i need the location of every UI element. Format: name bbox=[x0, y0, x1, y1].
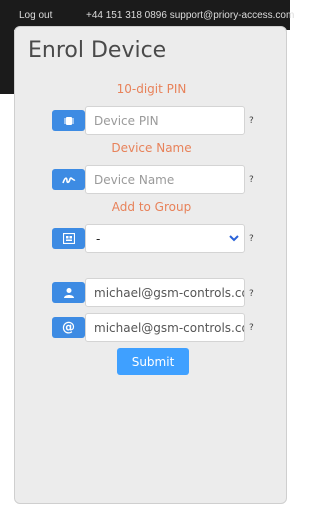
device-pin-input[interactable]: Device PIN bbox=[85, 106, 245, 135]
group-selected-value: - bbox=[96, 231, 101, 246]
chevron-down-icon bbox=[229, 235, 239, 242]
logout-link[interactable]: Log out bbox=[19, 10, 52, 21]
email2-help-icon[interactable]: ? bbox=[249, 323, 254, 333]
group-select[interactable]: - bbox=[85, 224, 245, 253]
enrol-device-modal: Enrol Device 10-digit PIN Device PIN ? D… bbox=[14, 26, 287, 504]
device-name-label: Device Name bbox=[111, 141, 192, 155]
pin-help-icon[interactable]: ? bbox=[249, 116, 254, 126]
group-help-icon[interactable]: ? bbox=[249, 234, 254, 244]
submit-button[interactable]: Submit bbox=[117, 348, 189, 375]
at-icon: @ bbox=[52, 317, 85, 338]
contact-info: +44 151 318 0896 support@priory-access.c… bbox=[86, 10, 295, 21]
background-strip bbox=[0, 30, 14, 94]
group-card-icon bbox=[52, 228, 85, 249]
chip-icon bbox=[52, 110, 85, 131]
pin-label: 10-digit PIN bbox=[116, 82, 187, 96]
email-field-primary[interactable]: michael@gsm-controls.cor bbox=[85, 278, 245, 307]
name-help-icon[interactable]: ? bbox=[249, 175, 254, 185]
signature-icon bbox=[52, 169, 85, 190]
email-field-secondary[interactable]: michael@gsm-controls.cor bbox=[85, 313, 245, 342]
user-icon bbox=[52, 282, 85, 303]
email1-help-icon[interactable]: ? bbox=[249, 289, 254, 299]
group-label: Add to Group bbox=[111, 200, 192, 214]
modal-title: Enrol Device bbox=[28, 38, 167, 63]
device-name-input[interactable]: Device Name bbox=[85, 165, 245, 194]
